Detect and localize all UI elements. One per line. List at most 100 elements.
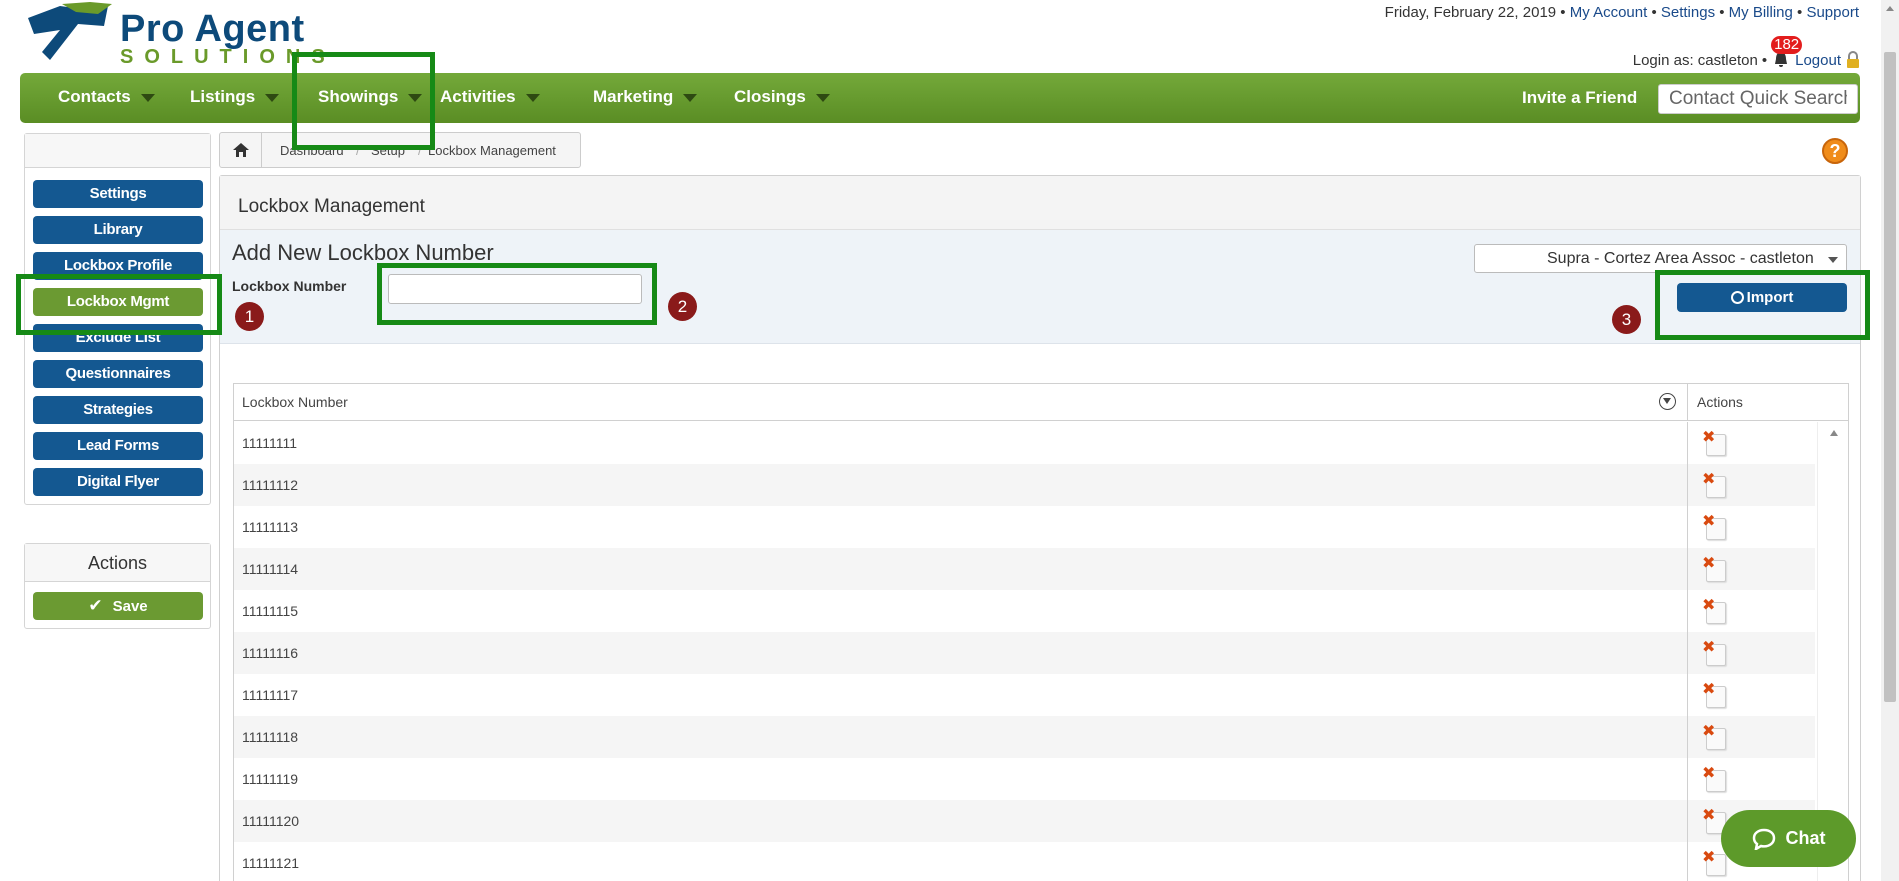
nav-contacts[interactable]: Contacts [58,87,155,107]
table-row[interactable]: 11111120 [234,800,1687,842]
table-header: Lockbox Number Actions [234,384,1848,421]
breadcrumb-lockbox-management: Lockbox Management [428,143,556,158]
help-icon[interactable]: ? [1822,138,1848,164]
lockbox-table: Lockbox Number Actions 11111111 ✖ 11111112… [233,383,1849,881]
page-title: Lockbox Management [238,196,425,217]
highlight-showings [292,52,435,150]
chevron-down-icon [683,93,698,102]
logout-link[interactable]: Logout [1795,52,1841,69]
delete-icon[interactable]: ✖ [1702,555,1726,582]
top-links: Friday, February 22, 2019 • My Account •… [1384,4,1859,21]
support-link[interactable]: Support [1806,4,1859,21]
settings-link[interactable]: Settings [1661,4,1715,21]
table-row[interactable]: 11111121 [234,842,1687,881]
highlight-lockbox-mgmt [16,274,222,335]
sidebar-item-library[interactable]: Library [33,216,203,244]
close-icon: ✖ [1702,681,1716,698]
delete-icon[interactable]: ✖ [1702,681,1726,708]
delete-icon[interactable]: ✖ [1702,597,1726,624]
column-actions: Actions [1697,394,1743,410]
annotation-marker-2: 2 [668,292,697,321]
nav-contacts-label: Contacts [58,87,131,106]
table-row[interactable]: 11111117 [234,674,1687,716]
lockbox-number-cell: 11111120 [242,813,300,829]
lockbox-number-cell: 11111117 [242,687,299,703]
close-icon: ✖ [1702,849,1716,866]
page-scrollbar-thumb[interactable] [1884,52,1896,702]
sidebar-item-settings[interactable]: Settings [33,180,203,208]
actions-panel: Actions ✔ Save [24,543,211,629]
nav-listings[interactable]: Listings [190,87,280,107]
my-billing-link[interactable]: My Billing [1729,4,1793,21]
column-lockbox-number[interactable]: Lockbox Number [242,394,348,410]
close-icon: ✖ [1702,555,1716,572]
delete-icon[interactable]: ✖ [1702,765,1726,792]
delete-icon[interactable]: ✖ [1702,723,1726,750]
annotation-marker-1: 1 [235,302,264,331]
delete-icon[interactable]: ✖ [1702,513,1726,540]
invite-friend-link[interactable]: Invite a Friend [1522,88,1637,108]
nav-marketing[interactable]: Marketing [593,87,698,107]
chevron-down-icon [815,93,830,102]
my-account-link[interactable]: My Account [1570,4,1648,21]
highlight-lockbox-input [377,263,657,325]
table-row[interactable]: 11111113 [234,506,1687,548]
actions-cell: ✖ [1687,716,1815,758]
actions-cell: ✖ [1687,674,1815,716]
sidebar-item-lead-forms[interactable]: Lead Forms [33,432,203,460]
table-row[interactable]: 11111114 [234,548,1687,590]
scroll-up-icon[interactable] [1830,430,1838,436]
table-row[interactable]: 11111116 [234,632,1687,674]
table-row[interactable]: 11111111 [234,422,1687,464]
breadcrumb-home[interactable] [220,133,262,167]
sidebar-header [25,134,210,168]
chevron-down-icon [265,93,280,102]
lockbox-number-cell: 11111118 [242,729,299,745]
sidebar-item-digital-flyer[interactable]: Digital Flyer [33,468,203,496]
login-line: Login as: castleton • 182 Logout [1632,36,1861,70]
chat-button-label: Chat [1785,828,1826,848]
close-icon: ✖ [1702,597,1716,614]
scroll-up-icon[interactable] [1886,6,1894,11]
delete-icon[interactable]: ✖ [1702,471,1726,498]
lockbox-number-label: Lockbox Number [232,278,347,294]
notification-bell[interactable]: 182 [1771,36,1803,70]
save-button[interactable]: ✔ Save [33,592,203,620]
lockbox-association-select[interactable]: Supra - Cortez Area Assoc - castleton [1474,244,1847,273]
delete-icon[interactable]: ✖ [1702,429,1726,456]
actions-cell: ✖ [1687,422,1815,464]
login-as-text: Login as: castleton [1632,51,1758,69]
page-scrollbar[interactable] [1881,0,1899,881]
nav-closings[interactable]: Closings [734,87,830,107]
lockbox-number-cell: 11111112 [242,477,299,493]
lockbox-number-cell: 11111121 [242,855,300,871]
chevron-down-icon [1828,257,1838,263]
close-icon: ✖ [1702,723,1716,740]
nav-activities[interactable]: Activities [440,87,540,107]
delete-icon[interactable]: ✖ [1702,639,1726,666]
logo-main-text: Pro Agent [120,8,305,50]
check-icon: ✔ [88,596,103,615]
actions-cell: ✖ [1687,632,1815,674]
table-row[interactable]: 11111112 [234,464,1687,506]
sidebar-item-questionnaires[interactable]: Questionnaires [33,360,203,388]
close-icon: ✖ [1702,429,1716,446]
actions-title: Actions [25,544,210,582]
nav-listings-label: Listings [190,87,256,106]
filter-icon[interactable] [1659,393,1676,410]
close-icon: ✖ [1702,807,1716,824]
chevron-down-icon [525,93,540,102]
chat-button[interactable]: Chat [1721,810,1856,867]
delete-icon[interactable]: ✖ [1702,849,1726,876]
annotation-marker-3: 3 [1612,305,1641,334]
table-row[interactable]: 11111119 [234,758,1687,800]
contact-quick-search-input[interactable] [1658,84,1858,114]
table-row[interactable]: 11111115 [234,590,1687,632]
actions-cell: ✖ [1687,758,1815,800]
sidebar-item-strategies[interactable]: Strategies [33,396,203,424]
table-row[interactable]: 11111118 [234,716,1687,758]
lockbox-association-value: Supra - Cortez Area Assoc - castleton [1547,250,1814,267]
lockbox-number-cell: 11111114 [242,561,299,577]
actions-cell: ✖ [1687,548,1815,590]
lockbox-number-cell: 11111113 [242,519,299,535]
